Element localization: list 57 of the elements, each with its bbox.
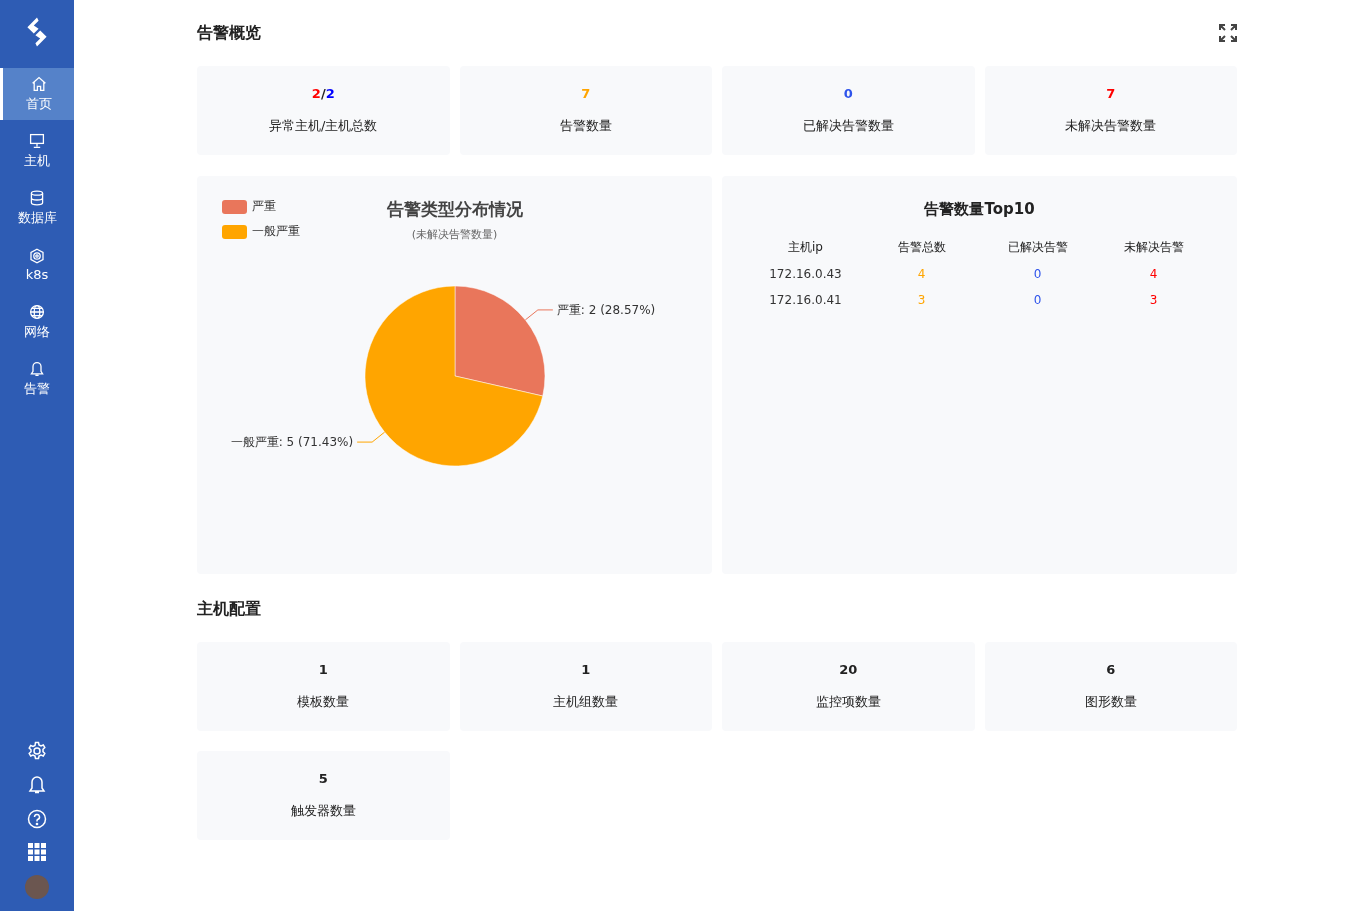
stat-label: 已解决告警数量 <box>802 117 894 135</box>
stat-value: 0 <box>843 86 853 101</box>
table-cell-text: 172.16.0.41 <box>768 292 843 309</box>
stat-label: 未解决告警数量 <box>1065 117 1157 135</box>
nav-item[interactable]: 主机 <box>0 125 74 177</box>
stat-value: 1 <box>318 662 328 677</box>
settings-icon[interactable] <box>27 741 47 761</box>
chart-subtitle: (未解决告警数量) <box>411 227 498 242</box>
bell-icon <box>29 360 45 377</box>
legend-label: 严重 <box>252 198 276 215</box>
globe-icon <box>29 303 45 320</box>
stat-value: 1 <box>581 662 591 677</box>
stat-label: 异常主机/主机总数 <box>269 117 378 135</box>
stat-value: 7 <box>581 86 591 101</box>
stat-label: 告警数量 <box>559 117 612 135</box>
help-icon[interactable] <box>27 809 47 829</box>
leader-line <box>524 309 554 321</box>
grid-icon[interactable] <box>28 843 46 861</box>
column-header: 未解决告警 <box>1122 239 1185 256</box>
slice-label: 严重: 2 (28.57%) <box>556 302 656 317</box>
nav-item[interactable]: 首页 <box>0 68 74 120</box>
nav-item[interactable]: 数据库 <box>0 182 74 234</box>
table-cell-text: 0 <box>1032 292 1043 309</box>
slice-label: 一般严重: 5 (71.43%) <box>230 435 354 450</box>
stat-label: 模板数量 <box>297 693 350 711</box>
nav-item[interactable]: 告警 <box>0 353 74 405</box>
fullscreen-icon[interactable] <box>1219 24 1237 42</box>
legend-label: 一般严重 <box>252 223 300 240</box>
stat-label: 触发器数量 <box>290 802 356 820</box>
table-cell-text: 0 <box>1032 266 1043 283</box>
stat-value: 2/2 <box>311 86 335 101</box>
column-header: 已解决告警 <box>1006 239 1069 256</box>
stat-label: 监控项数量 <box>815 693 881 711</box>
table-cell-text: 4 <box>916 266 927 283</box>
table-cell-text: 172.16.0.43 <box>768 266 843 283</box>
stat-label: 主机组数量 <box>553 693 619 711</box>
table-cell-text: 3 <box>916 292 927 309</box>
column-header: 告警总数 <box>896 239 947 256</box>
stat-value: 20 <box>839 662 858 677</box>
section-title: 告警概览 <box>197 22 261 44</box>
stat-value: 5 <box>318 771 328 786</box>
table-cell-text: 3 <box>1148 292 1159 309</box>
database-icon <box>29 189 45 206</box>
section-title: 主机配置 <box>197 598 261 620</box>
nav-item[interactable]: k8s <box>0 239 74 291</box>
monitor-icon <box>29 132 45 149</box>
bell-icon[interactable] <box>28 775 46 795</box>
stat-value: 7 <box>1106 86 1116 101</box>
table-cell-text: 4 <box>1148 266 1159 283</box>
stat-value: 6 <box>1106 662 1116 677</box>
home-icon <box>30 75 47 92</box>
table-title: 告警数量Top10 <box>924 200 1035 219</box>
nav-item[interactable]: 网络 <box>0 296 74 348</box>
stat-label: 图形数量 <box>1084 693 1137 711</box>
chart-title: 告警类型分布情况 <box>386 198 523 221</box>
column-header: 主机ip <box>787 239 824 256</box>
leader-line <box>356 431 386 443</box>
